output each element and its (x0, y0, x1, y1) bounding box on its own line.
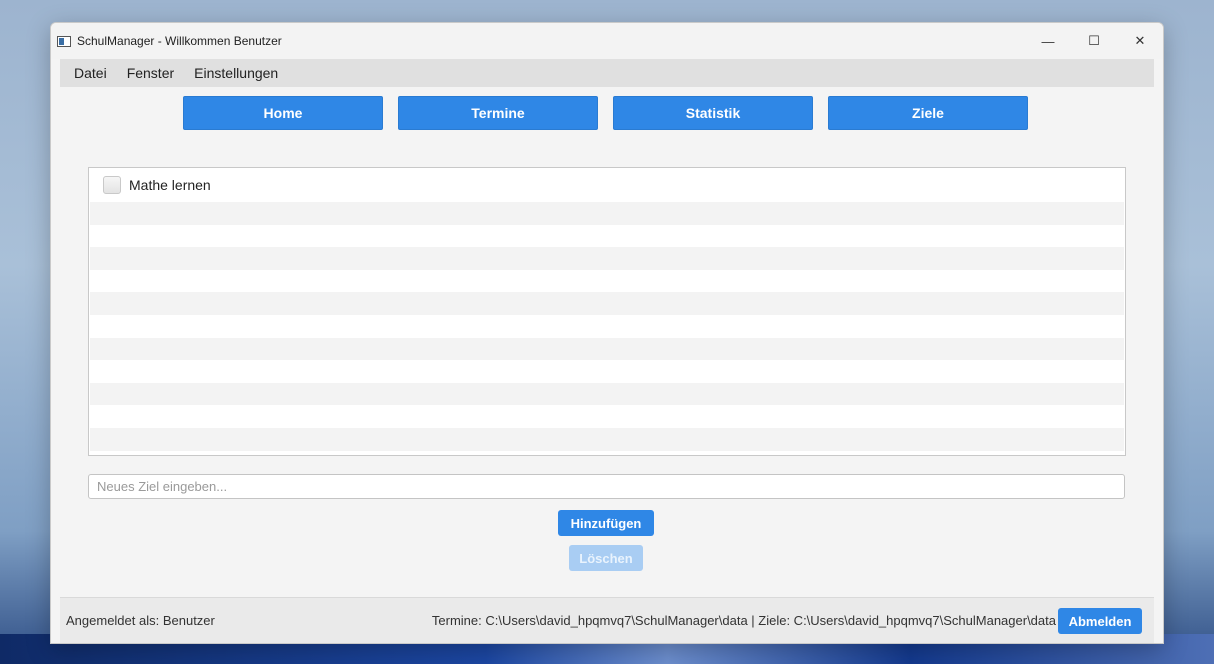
empty-row (90, 202, 1124, 225)
goal-label: Mathe lernen (129, 177, 211, 193)
empty-row (90, 405, 1124, 428)
app-window-icon (57, 35, 71, 47)
app-window: SchulManager - Willkommen Benutzer — ☐ ✕… (50, 22, 1164, 644)
title-bar: SchulManager - Willkommen Benutzer — ☐ ✕ (51, 23, 1163, 59)
window-title: SchulManager - Willkommen Benutzer (77, 34, 282, 48)
goals-list[interactable]: Mathe lernen (88, 167, 1126, 456)
menu-datei[interactable]: Datei (74, 65, 107, 81)
menu-einstellungen[interactable]: Einstellungen (194, 65, 278, 81)
nav-statistik-button[interactable]: Statistik (613, 96, 813, 130)
menu-fenster[interactable]: Fenster (127, 65, 174, 81)
maximize-icon[interactable]: ☐ (1071, 23, 1117, 59)
new-goal-input[interactable] (88, 474, 1125, 499)
nav-home-button[interactable]: Home (183, 96, 383, 130)
menu-bar: Datei Fenster Einstellungen (60, 59, 1154, 87)
nav-ziele-button[interactable]: Ziele (828, 96, 1028, 130)
empty-row (90, 427, 1124, 451)
list-item[interactable]: Mathe lernen (90, 168, 1124, 202)
window-controls: — ☐ ✕ (1025, 23, 1163, 59)
empty-row (90, 337, 1124, 361)
delete-goal-button[interactable]: Löschen (569, 545, 643, 571)
data-paths: Termine: C:\Users\david_hpqmvq7\SchulMan… (431, 613, 1056, 628)
empty-row (90, 360, 1124, 383)
add-goal-button[interactable]: Hinzufügen (558, 510, 654, 536)
empty-row (90, 382, 1124, 406)
goal-checkbox[interactable] (103, 176, 121, 194)
nav-bar: Home Termine Statistik Ziele (51, 87, 1163, 137)
nav-termine-button[interactable]: Termine (398, 96, 598, 130)
empty-row (90, 247, 1124, 270)
minimize-icon[interactable]: — (1025, 23, 1071, 59)
empty-row (90, 314, 1124, 338)
empty-row (90, 224, 1124, 248)
close-icon[interactable]: ✕ (1117, 23, 1163, 59)
logged-in-user: Angemeldet als: Benutzer (66, 613, 215, 628)
logout-button[interactable]: Abmelden (1058, 608, 1142, 634)
empty-row (90, 269, 1124, 293)
empty-row (90, 292, 1124, 315)
status-bar: Angemeldet als: Benutzer Termine: C:\Use… (60, 597, 1154, 643)
